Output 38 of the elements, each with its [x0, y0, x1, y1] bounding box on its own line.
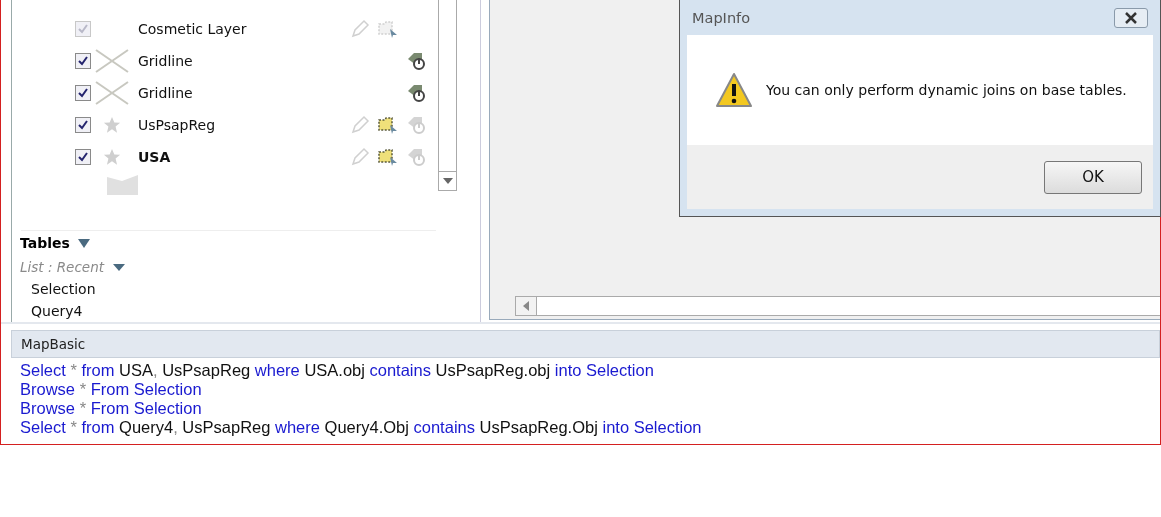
- layer-checkbox[interactable]: [75, 85, 91, 101]
- layer-name[interactable]: UsPsapReg: [138, 117, 338, 133]
- code-line: Select * from USA, UsPsapReg where USA.obj contains UsPsapReg.obj into Selection: [20, 361, 655, 380]
- dialog-message: You can only perform dynamic joins on base tables.: [766, 82, 1127, 98]
- layer-name[interactable]: Gridline: [138, 53, 338, 69]
- selection-icon[interactable]: [377, 147, 399, 167]
- table-item[interactable]: Selection: [31, 281, 480, 297]
- code-line: Browse * From Selection: [20, 399, 203, 418]
- down-arrow-icon[interactable]: [442, 178, 453, 184]
- left-arrow-icon[interactable]: [523, 301, 529, 311]
- cross-symbol-icon: [95, 81, 129, 105]
- star-icon: [103, 148, 121, 166]
- dialog-title: MapInfo: [692, 9, 751, 26]
- cross-symbol-icon: [95, 49, 129, 73]
- star-icon: [103, 116, 121, 134]
- warning-icon: [715, 72, 753, 108]
- layer-name[interactable]: Gridline: [138, 85, 338, 101]
- layer-checkbox[interactable]: [75, 149, 91, 165]
- close-icon[interactable]: [1125, 11, 1137, 24]
- list-mode-label[interactable]: List : Recent: [20, 259, 104, 275]
- layer-checkbox[interactable]: [75, 53, 91, 69]
- code-line: Browse * From Selection: [20, 380, 203, 399]
- layer-name[interactable]: USA: [138, 149, 338, 165]
- scrollbar[interactable]: [515, 296, 1160, 316]
- mapbasic-title: MapBasic: [11, 330, 1160, 358]
- label-tag-icon[interactable]: [406, 51, 426, 71]
- scrollbar[interactable]: [438, 0, 457, 191]
- label-tag-icon[interactable]: [406, 83, 426, 103]
- caret-icon[interactable]: [113, 263, 125, 271]
- layer-checkbox[interactable]: [75, 117, 91, 133]
- ok-button[interactable]: OK: [1044, 160, 1142, 194]
- tables-heading: Tables: [20, 235, 70, 251]
- code-line: Select * from Query4, UsPsapReg where Query4.Obj contains UsPsapReg.Obj into Selection: [20, 418, 703, 437]
- close-button[interactable]: [1114, 7, 1148, 28]
- map-frame-icon: [107, 175, 138, 195]
- selection-icon[interactable]: [377, 115, 399, 135]
- table-item[interactable]: Query4: [31, 303, 480, 319]
- caret-icon[interactable]: [77, 238, 90, 248]
